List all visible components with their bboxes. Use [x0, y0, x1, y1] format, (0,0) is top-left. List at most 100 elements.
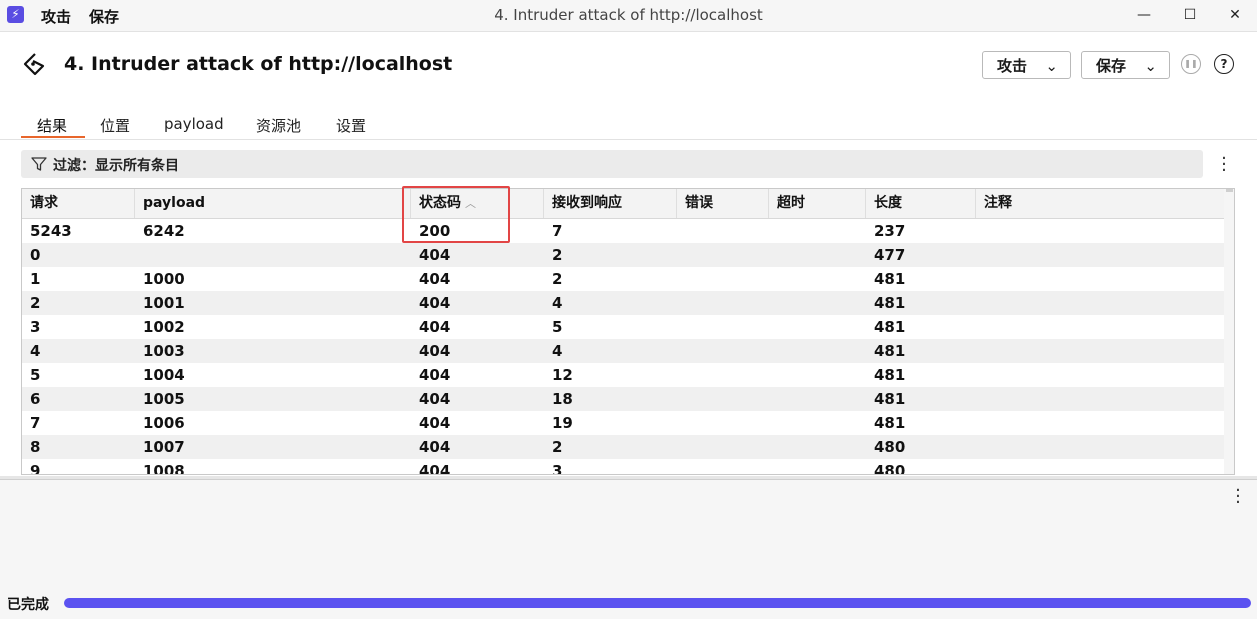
cell-payload: 6242	[143, 222, 185, 240]
cell-status-code: 404	[419, 414, 451, 432]
filter-icon	[31, 157, 47, 171]
tab-settings[interactable]: 设置	[336, 115, 366, 136]
cell-length: 481	[874, 414, 906, 432]
column-header-timeout[interactable]: 超时	[769, 189, 866, 218]
more-options-icon[interactable]: · · ·	[1221, 150, 1227, 180]
cell-request: 2	[30, 294, 41, 312]
cell-timeout	[769, 243, 866, 267]
column-header-response-received[interactable]: 接收到响应	[544, 189, 677, 218]
table-row[interactable]: 2 1001 404 4 481	[22, 291, 1225, 315]
pause-icon[interactable]: ❚❚	[1181, 54, 1201, 74]
cell-payload: 1008	[143, 462, 185, 475]
close-icon[interactable]: ✕	[1222, 4, 1248, 26]
cell-status-code: 404	[419, 294, 451, 312]
cell-timeout	[769, 267, 866, 291]
cell-response-received: 3	[552, 462, 563, 475]
vertical-scrollbar[interactable]	[1224, 189, 1234, 474]
cell-status-code: 404	[419, 366, 451, 384]
column-header-length[interactable]: 长度	[866, 189, 976, 218]
save-dropdown-button[interactable]: 保存 ⌄	[1081, 51, 1170, 79]
cell-length: 481	[874, 390, 906, 408]
cell-timeout	[769, 315, 866, 339]
cell-timeout	[769, 363, 866, 387]
window-titlebar: ⚡ 攻击 保存 4. Intruder attack of http://loc…	[0, 0, 1257, 32]
cell-payload: 1001	[143, 294, 185, 312]
cell-length: 480	[874, 438, 906, 456]
cell-error	[677, 435, 769, 459]
cell-request: 1	[30, 270, 41, 288]
cell-length: 481	[874, 318, 906, 336]
cell-comment	[976, 363, 1225, 387]
table-row[interactable]: 5243 6242 200 7 237	[22, 219, 1225, 243]
cell-payload: 1004	[143, 366, 185, 384]
cell-request: 9	[30, 462, 41, 475]
cell-error	[677, 459, 769, 474]
more-options-icon[interactable]: · · ·	[1235, 482, 1241, 512]
table-row[interactable]: 4 1003 404 4 481	[22, 339, 1225, 363]
cell-comment	[976, 459, 1225, 474]
scrollbar-thumb[interactable]	[1226, 189, 1233, 192]
table-row[interactable]: 5 1004 404 12 481	[22, 363, 1225, 387]
column-header-payload[interactable]: payload	[135, 189, 411, 218]
cell-response-received: 5	[552, 318, 563, 336]
cell-length: 481	[874, 342, 906, 360]
cell-length: 481	[874, 270, 906, 288]
annotation-highlight-box	[402, 186, 510, 243]
cell-error	[677, 219, 769, 243]
cell-status-code: 404	[419, 270, 451, 288]
tab-payload[interactable]: payload	[164, 115, 224, 133]
tab-divider	[0, 139, 1257, 140]
column-header-request[interactable]: 请求	[22, 189, 135, 218]
status-text: 已完成	[7, 597, 49, 613]
cell-payload	[135, 243, 411, 267]
cell-length: 481	[874, 294, 906, 312]
cell-comment	[976, 291, 1225, 315]
cell-payload: 1006	[143, 414, 185, 432]
table-header: 请求 payload 状态码 ︿ 接收到响应 错误 超时 长度 注释	[22, 189, 1225, 219]
filter-label: 过滤：显示所有条目	[53, 158, 179, 174]
cell-length: 477	[874, 246, 906, 264]
cell-comment	[976, 387, 1225, 411]
chevron-down-icon: ⌄	[1144, 57, 1157, 75]
filter-bar[interactable]: 过滤：显示所有条目	[21, 150, 1203, 178]
cell-error	[677, 267, 769, 291]
cell-status-code: 404	[419, 390, 451, 408]
cell-length: 480	[874, 462, 906, 475]
table-row[interactable]: 3 1002 404 5 481	[22, 315, 1225, 339]
tab-results[interactable]: 结果	[37, 115, 67, 136]
column-header-error[interactable]: 错误	[677, 189, 769, 218]
cell-payload: 1007	[143, 438, 185, 456]
cell-response-received: 4	[552, 294, 563, 312]
window-title: 4. Intruder attack of http://localhost	[494, 6, 763, 24]
cell-error	[677, 387, 769, 411]
cell-timeout	[769, 411, 866, 435]
table-row[interactable]: 6 1005 404 18 481	[22, 387, 1225, 411]
detail-pane: · · ·	[0, 479, 1257, 592]
table-row[interactable]: 9 1008 404 3 480	[22, 459, 1225, 475]
tab-resource-pool[interactable]: 资源池	[256, 115, 301, 136]
table-row[interactable]: 0 404 2 477	[22, 243, 1225, 267]
cell-response-received: 4	[552, 342, 563, 360]
cell-request: 5243	[30, 222, 72, 240]
minimize-icon[interactable]: —	[1131, 4, 1157, 26]
cell-payload: 1005	[143, 390, 185, 408]
table-row[interactable]: 1 1000 404 2 481	[22, 267, 1225, 291]
cell-timeout	[769, 435, 866, 459]
cell-request: 4	[30, 342, 41, 360]
cell-response-received: 2	[552, 246, 563, 264]
attack-dropdown-button[interactable]: 攻击 ⌄	[982, 51, 1071, 79]
cell-timeout	[769, 339, 866, 363]
cell-payload: 1000	[143, 270, 185, 288]
table-row[interactable]: 8 1007 404 2 480	[22, 435, 1225, 459]
cell-error	[677, 291, 769, 315]
chevron-down-icon: ⌄	[1045, 57, 1058, 75]
results-table: 请求 payload 状态码 ︿ 接收到响应 错误 超时 长度 注释 5243 62…	[21, 188, 1235, 475]
cell-status-code: 404	[419, 246, 451, 264]
column-header-comment[interactable]: 注释	[976, 189, 1225, 218]
maximize-icon[interactable]: ☐	[1177, 4, 1203, 26]
help-icon[interactable]: ?	[1214, 54, 1234, 74]
tab-positions[interactable]: 位置	[100, 115, 130, 136]
table-row[interactable]: 7 1006 404 19 481	[22, 411, 1225, 435]
cell-comment	[976, 435, 1225, 459]
cell-status-code: 404	[419, 318, 451, 336]
